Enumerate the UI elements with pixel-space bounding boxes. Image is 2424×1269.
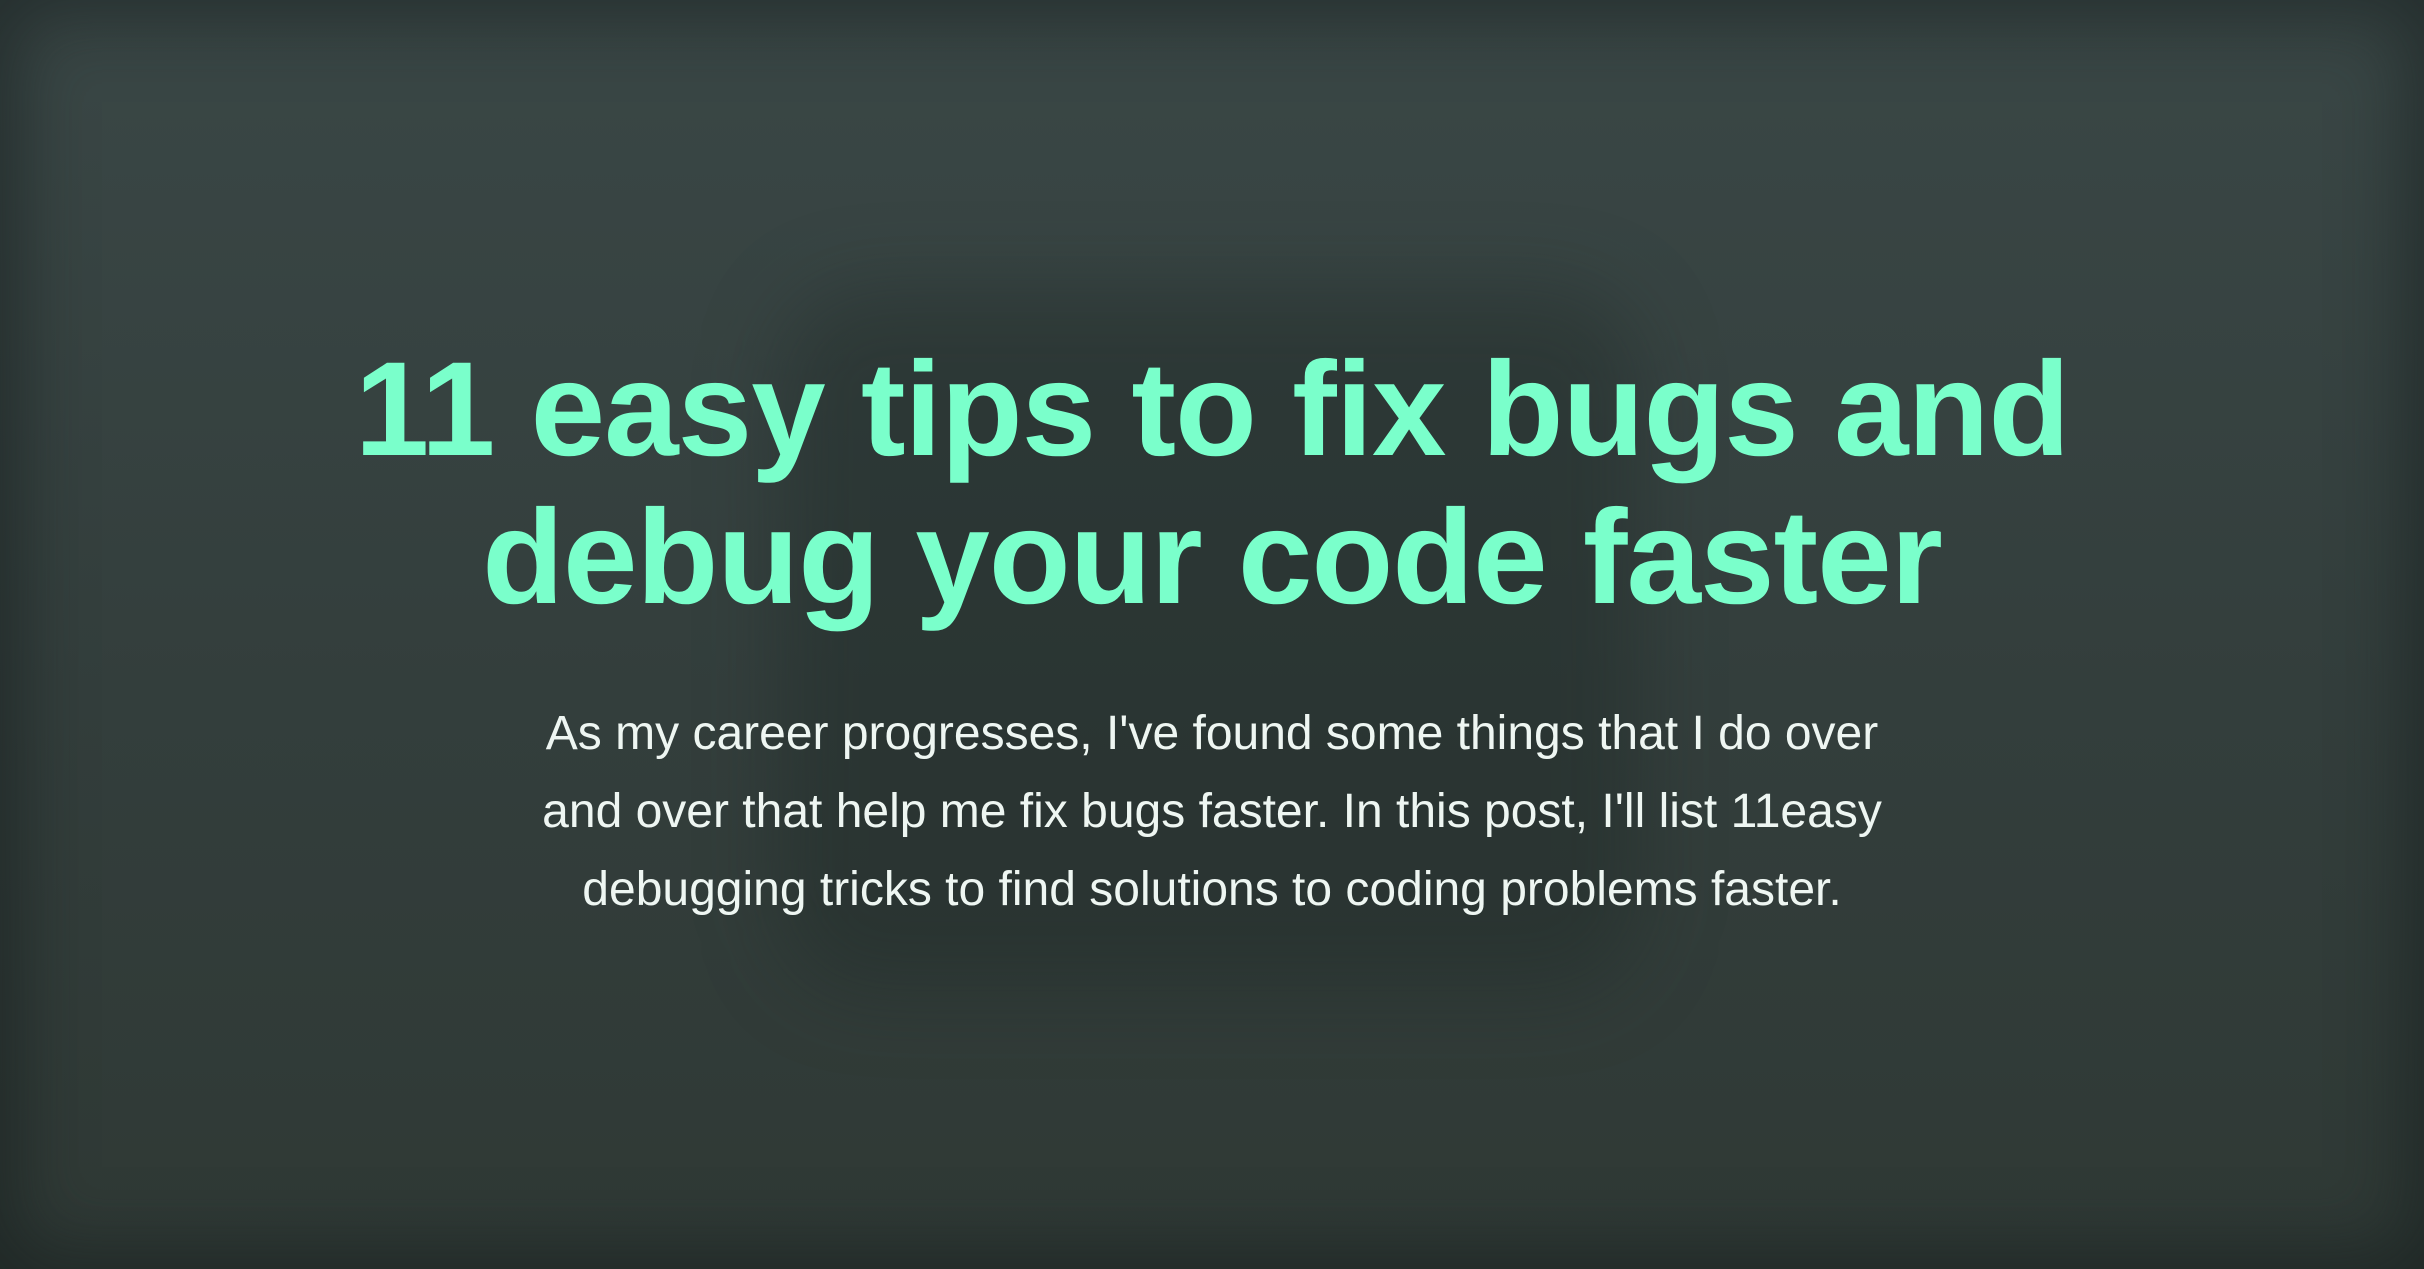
title-line-1: 11 easy tips to fix bugs and [354, 335, 2071, 484]
description-line-2: and over that help me fix bugs faster. I… [542, 785, 1882, 838]
page-description: As my career progresses, I've found some… [412, 695, 2012, 929]
hero-content: 11 easy tips to fix bugs and debug your … [0, 0, 2424, 1269]
description-line-3: debugging tricks to find solutions to co… [582, 863, 1842, 916]
title-line-2: debug your code faster [482, 483, 1943, 632]
page-title: 11 easy tips to fix bugs and debug your … [212, 336, 2212, 632]
description-line-1: As my career progresses, I've found some… [545, 707, 1879, 760]
